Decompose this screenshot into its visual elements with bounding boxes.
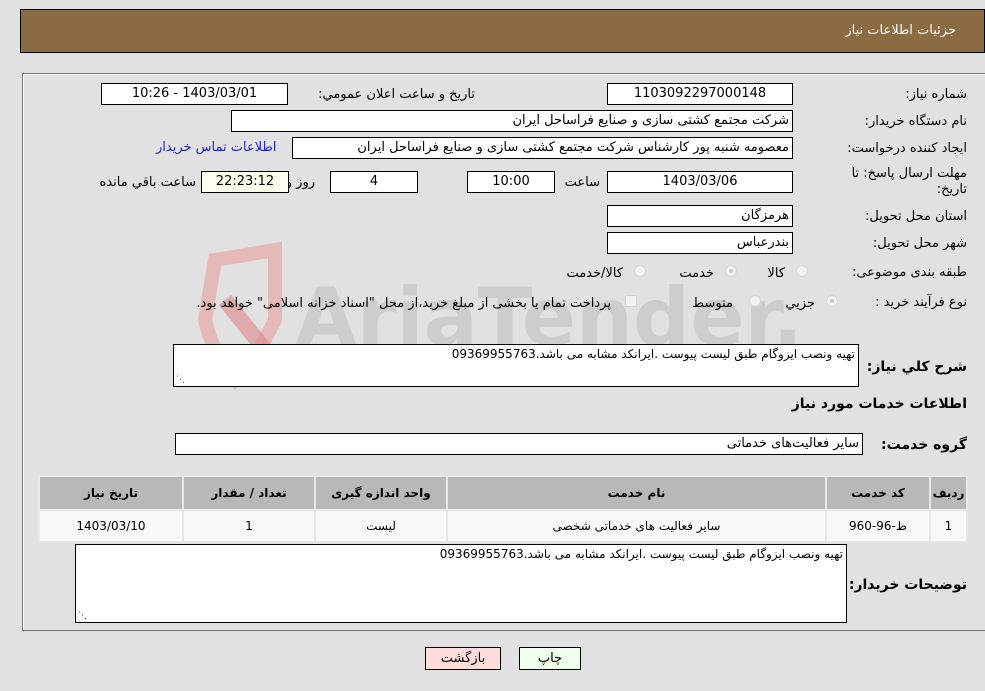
- col-header-quantity: تعداد / مقدار: [182, 475, 316, 511]
- print-button[interactable]: چاپ: [519, 647, 581, 670]
- buyer-contact-link[interactable]: اطلاعات تماس خریدار: [156, 140, 276, 155]
- col-header-unit: واحد اندازه گیری: [314, 475, 448, 511]
- city-label: شهر محل تحویل:: [872, 236, 967, 251]
- province-field: هرمزگان: [607, 205, 793, 227]
- announce-datetime-field: 1403/03/01 - 10:26: [101, 83, 288, 105]
- services-table: ردیف کد خدمت نام خدمت واحد اندازه گیری ت…: [38, 475, 968, 543]
- buyer-notes-text: تهیه ونصب ایزوگام طبق لیست پیوست .ایرانک…: [439, 547, 843, 561]
- cell-quantity: 1: [182, 509, 316, 543]
- cell-service-code: ط-96-960: [825, 509, 931, 543]
- col-header-need-date: تاریخ نیاز: [38, 475, 184, 511]
- col-header-service-code: کد خدمت: [825, 475, 931, 511]
- description-text: تهیه ونصب ایزوگام طبق لیست پیوست .ایرانک…: [451, 347, 855, 361]
- category-option-goods: کالا: [767, 266, 785, 281]
- description-textarea[interactable]: تهیه ونصب ایزوگام طبق لیست پیوست .ایرانک…: [173, 344, 859, 387]
- cell-row-number: 1: [929, 509, 968, 543]
- requester-label: ایجاد کننده درخواست:: [847, 141, 967, 156]
- services-section-title: اطلاعات خدمات مورد نیاز: [791, 396, 967, 412]
- page-header: جزئیات اطلاعات نیاز: [20, 9, 985, 53]
- purchase-type-option-medium: متوسط: [692, 296, 733, 311]
- description-label: شرح کلي نیاز:: [866, 359, 967, 375]
- category-option-goods-service: کالا/خدمت: [566, 266, 623, 281]
- remaining-time-label: ساعت باقي مانده: [99, 175, 196, 190]
- cell-unit: لیست: [314, 509, 448, 543]
- deadline-label: مهلت ارسال پاسخ: تا: [851, 166, 967, 181]
- category-radio-goods[interactable]: [796, 265, 808, 277]
- buyer-org-field: شرکت مجتمع کشتی سازی و صنایع فراساحل ایر…: [231, 110, 793, 132]
- need-number-field: 1103092297000148: [607, 83, 793, 105]
- page-title: جزئیات اطلاعات نیاز: [845, 23, 956, 38]
- category-radio-service[interactable]: [725, 265, 737, 277]
- category-label: طبقه بندی موضوعی:: [851, 265, 967, 280]
- purchase-type-radio-medium[interactable]: [749, 295, 761, 307]
- remaining-days-field: 4: [330, 171, 418, 193]
- back-button[interactable]: بازگشت: [425, 647, 501, 670]
- purchase-type-option-minor: جزيي: [785, 296, 815, 311]
- col-header-service-name: نام خدمت: [446, 475, 827, 511]
- treasury-note: پرداخت تمام یا بخشی از مبلغ خرید،از محل …: [196, 296, 611, 311]
- deadline-label-date: تاریخ:: [936, 182, 967, 197]
- remaining-days-label: روز و: [285, 175, 315, 190]
- cell-need-date: 1403/03/10: [38, 509, 184, 543]
- table-header-row: ردیف کد خدمت نام خدمت واحد اندازه گیری ت…: [38, 475, 968, 511]
- purchase-type-label: نوع فرآیند خرید :: [875, 295, 967, 310]
- service-group-label: گروه خدمت:: [881, 437, 967, 453]
- category-option-service: خدمت: [679, 266, 714, 281]
- province-label: استان محل تحویل:: [865, 209, 967, 224]
- cell-service-name: سایر فعالیت های خدماتی شخصی: [446, 509, 827, 543]
- deadline-date-field: 1403/03/06: [607, 171, 793, 193]
- col-header-row-number: ردیف: [929, 475, 968, 511]
- category-radio-goods-service[interactable]: [634, 265, 646, 277]
- table-row: 1 ط-96-960 سایر فعالیت های خدماتی شخصی ل…: [38, 509, 968, 543]
- buyer-notes-label: توضیحات خریدار:: [848, 577, 967, 593]
- buyer-notes-textarea[interactable]: تهیه ونصب ایزوگام طبق لیست پیوست .ایرانک…: [75, 544, 847, 623]
- treasury-checkbox[interactable]: [625, 295, 637, 307]
- deadline-time-label: ساعت: [564, 175, 600, 190]
- city-field: بندرعباس: [607, 232, 793, 254]
- need-number-label: شماره نیاز:: [905, 87, 967, 102]
- buyer-org-label: نام دستگاه خریدار:: [864, 114, 967, 129]
- purchase-type-radio-minor[interactable]: [826, 295, 838, 307]
- deadline-time-field: 10:00: [467, 171, 555, 193]
- requester-field: معصومه شنبه پور کارشناس شرکت مجتمع کشتی …: [292, 137, 793, 159]
- announce-datetime-label: تاریخ و ساعت اعلان عمومي:: [318, 87, 475, 102]
- resize-grip-icon[interactable]: ⋰: [176, 375, 185, 385]
- remaining-time-field: 22:23:12: [201, 171, 289, 193]
- service-group-field: سایر فعالیت‌های خدماتی: [175, 433, 863, 455]
- resize-grip-icon[interactable]: ⋰: [78, 611, 87, 621]
